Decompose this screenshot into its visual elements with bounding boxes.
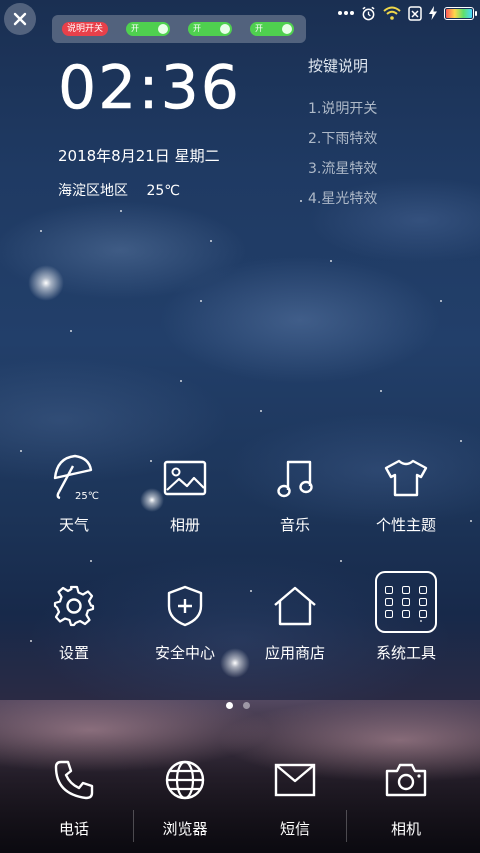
more-dots-icon <box>338 11 354 15</box>
globe-icon <box>165 760 205 800</box>
dock-divider <box>133 810 134 842</box>
page-dot <box>243 702 250 709</box>
dock-camera[interactable]: 相机 <box>356 752 456 839</box>
app-store[interactable]: 应用商店 <box>245 578 345 663</box>
tools-folder-icon <box>375 571 437 633</box>
app-tools[interactable]: 系统工具 <box>356 570 456 663</box>
battery-icon <box>444 6 477 20</box>
switch-label: 开 <box>193 24 202 33</box>
app-album[interactable]: 相册 <box>135 450 235 535</box>
app-theme[interactable]: 个性主题 <box>356 450 456 535</box>
status-bar <box>338 4 477 22</box>
shield-icon <box>167 585 203 627</box>
image-icon <box>163 460 207 496</box>
alarm-icon <box>362 6 375 20</box>
explain-toggle[interactable]: 说明开关 <box>62 22 109 36</box>
switch-label: 开 <box>131 24 140 33</box>
wifi-icon <box>383 6 401 20</box>
phone-icon <box>54 760 94 800</box>
app-label: 系统工具 <box>375 644 436 662</box>
music-note-icon <box>277 460 313 498</box>
help-title: 按键说明 <box>308 57 369 75</box>
temperature-label: 25℃ <box>146 183 180 199</box>
meteor-effect-switch[interactable]: 开 <box>188 22 233 36</box>
charging-icon <box>429 6 437 20</box>
effect-toggle-bar: 说明开关 开 开 开 <box>52 15 306 43</box>
app-label: 天气 <box>58 516 89 534</box>
rain-effect-switch[interactable]: 开 <box>126 22 171 36</box>
help-item: 2.下雨特效 <box>308 131 378 147</box>
app-label: 电话 <box>58 820 89 838</box>
app-weather[interactable]: 25℃ 天气 <box>24 450 124 535</box>
app-label: 个性主题 <box>375 516 436 534</box>
dock-messages[interactable]: 短信 <box>245 752 345 839</box>
help-item: 1.说明开关 <box>308 101 378 117</box>
dock-divider <box>346 810 347 842</box>
weather-temp: 25℃ <box>75 491 99 502</box>
weather-location: 海淀区地区 25℃ <box>58 180 194 200</box>
dock-browser[interactable]: 浏览器 <box>135 752 235 839</box>
switch-knob <box>220 24 231 34</box>
app-label: 相机 <box>390 820 421 838</box>
app-label: 相册 <box>169 516 200 534</box>
umbrella-icon: 25℃ <box>53 454 99 502</box>
close-button[interactable] <box>4 3 36 35</box>
app-label: 应用商店 <box>264 644 325 662</box>
app-label: 安全中心 <box>154 644 215 662</box>
page-indicator <box>226 702 250 709</box>
home-icon <box>274 586 316 626</box>
tshirt-icon <box>384 459 428 497</box>
help-item: 3.流星特效 <box>308 161 378 177</box>
switch-knob <box>158 24 169 34</box>
app-label: 音乐 <box>279 516 310 534</box>
clock-date: 2018年8月21日 星期二 <box>58 147 220 165</box>
app-label: 短信 <box>279 820 310 838</box>
star-glow <box>28 265 64 301</box>
starlight-effect-switch[interactable]: 开 <box>250 22 295 36</box>
camera-icon <box>385 763 427 797</box>
app-settings[interactable]: 设置 <box>24 578 124 663</box>
gear-icon <box>53 585 95 627</box>
envelope-icon <box>274 763 316 797</box>
switch-knob <box>282 24 293 34</box>
switch-label: 开 <box>255 24 264 33</box>
app-security[interactable]: 安全中心 <box>135 578 235 663</box>
help-list: 1.说明开关 2.下雨特效 3.流星特效 4.星光特效 <box>308 94 377 214</box>
help-item: 4.星光特效 <box>308 191 378 207</box>
close-icon <box>13 12 27 26</box>
page-dot <box>226 702 233 709</box>
app-music[interactable]: 音乐 <box>245 450 345 535</box>
clock-time[interactable]: 02:36 <box>58 52 241 124</box>
district-label: 海淀区地区 <box>58 183 128 199</box>
dock-phone[interactable]: 电话 <box>24 752 124 839</box>
app-label: 浏览器 <box>162 820 208 838</box>
no-sim-icon <box>408 5 422 21</box>
app-label: 设置 <box>58 644 89 662</box>
